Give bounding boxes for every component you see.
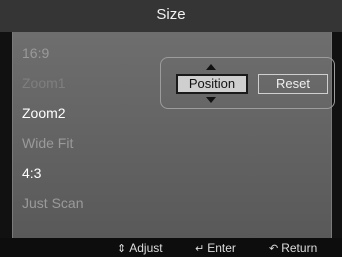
menu-item-zoom2[interactable]: Zoom2 — [22, 105, 66, 121]
title-bar: Size — [0, 0, 342, 32]
size-menu-panel: 16:9 Zoom1 Zoom2 Wide Fit 4:3 Just Scan … — [12, 32, 335, 238]
enter-hint: ↵ Enter — [195, 241, 236, 255]
return-icon: ↶ — [269, 242, 279, 255]
reset-button[interactable]: Reset — [258, 74, 328, 94]
menu-item-just-scan[interactable]: Just Scan — [22, 195, 83, 211]
window-title: Size — [156, 6, 186, 23]
enter-icon: ↵ — [195, 242, 205, 255]
menu-item-zoom1[interactable]: Zoom1 — [22, 75, 66, 91]
position-button[interactable]: Position — [176, 74, 248, 94]
down-arrow-icon — [206, 97, 216, 103]
size-osd-window: Size 16:9 Zoom1 Zoom2 Wide Fit 4:3 Just … — [0, 0, 342, 257]
adjust-hint: ⇕ Adjust — [117, 241, 163, 255]
up-arrow-icon — [206, 64, 216, 70]
enter-label: Enter — [207, 241, 236, 255]
menu-item-16-9[interactable]: 16:9 — [22, 45, 49, 61]
return-hint: ↶ Return — [269, 241, 317, 255]
return-label: Return — [281, 241, 318, 255]
position-reset-submenu: Position Reset — [160, 57, 335, 109]
updown-icon: ⇕ — [117, 242, 127, 255]
footer-hint-bar: ⇕ Adjust ↵ Enter ↶ Return — [0, 238, 342, 257]
adjust-label: Adjust — [129, 241, 163, 255]
menu-item-wide-fit[interactable]: Wide Fit — [22, 135, 73, 151]
menu-item-4-3[interactable]: 4:3 — [22, 165, 41, 181]
